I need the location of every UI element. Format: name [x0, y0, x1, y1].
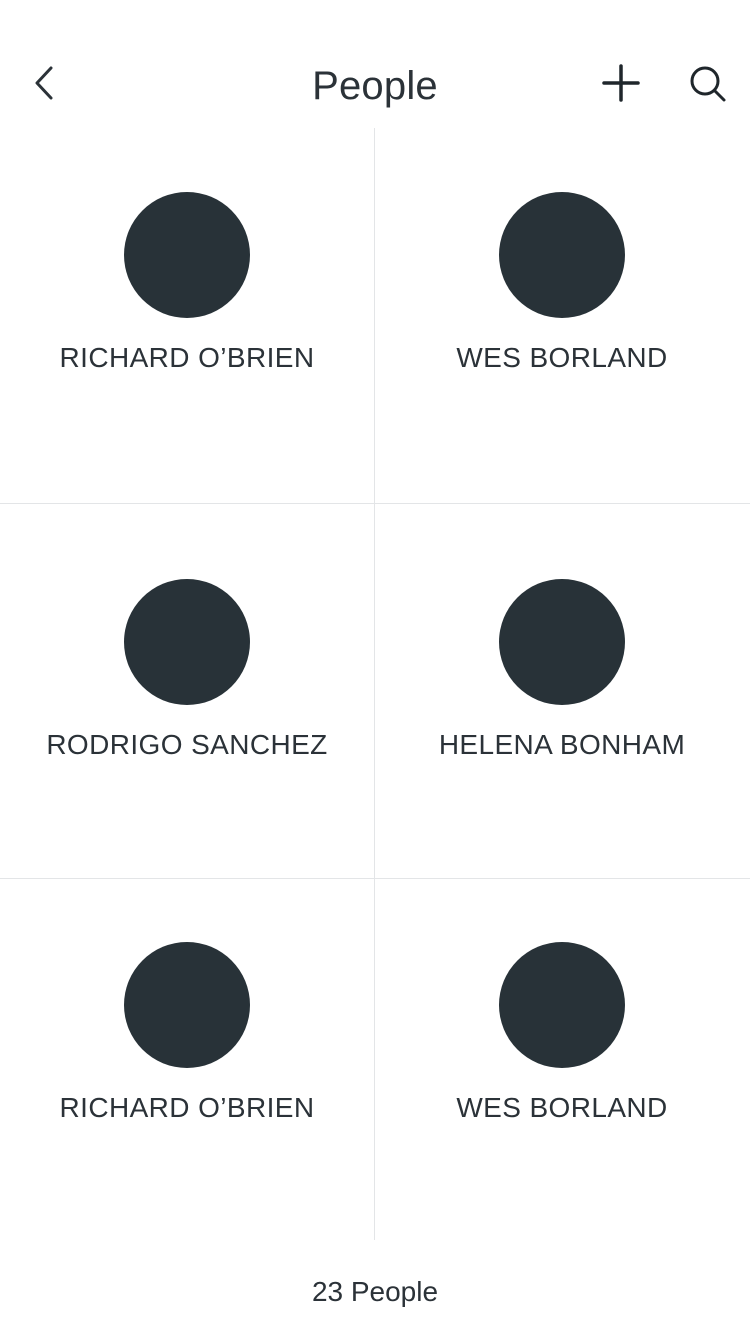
plus-icon: [602, 64, 640, 102]
person-card[interactable]: WES BORLAND: [375, 128, 749, 503]
person-name: HELENA BONHAM: [438, 729, 686, 760]
avatar: [124, 192, 250, 318]
person-card[interactable]: HELENA BONHAM: [375, 504, 749, 878]
people-grid: RICHARD O’BRIEN WES BORLAND RODRIGO SANC…: [0, 128, 750, 1240]
avatar: [124, 942, 250, 1068]
person-name: RICHARD O’BRIEN: [59, 1092, 315, 1123]
search-icon: [690, 66, 726, 102]
person-name: RICHARD O’BRIEN: [59, 342, 315, 373]
header-bar: People: [0, 0, 750, 128]
search-button[interactable]: [686, 62, 730, 106]
avatar: [499, 579, 625, 705]
person-card[interactable]: RODRIGO SANCHEZ: [0, 504, 374, 878]
people-screen: People RICHARD O’BRIEN WES BORLAND RODRI…: [0, 0, 750, 1334]
person-name: RODRIGO SANCHEZ: [46, 729, 328, 760]
person-card[interactable]: RICHARD O’BRIEN: [0, 128, 374, 503]
person-name: WES BORLAND: [456, 1092, 668, 1123]
add-person-button[interactable]: [600, 62, 642, 104]
avatar: [499, 192, 625, 318]
avatar: [124, 579, 250, 705]
person-card[interactable]: WES BORLAND: [375, 879, 749, 1240]
avatar: [499, 942, 625, 1068]
person-name: WES BORLAND: [456, 342, 668, 373]
person-card[interactable]: RICHARD O’BRIEN: [0, 879, 374, 1240]
people-count: 23 People: [311, 1276, 439, 1307]
